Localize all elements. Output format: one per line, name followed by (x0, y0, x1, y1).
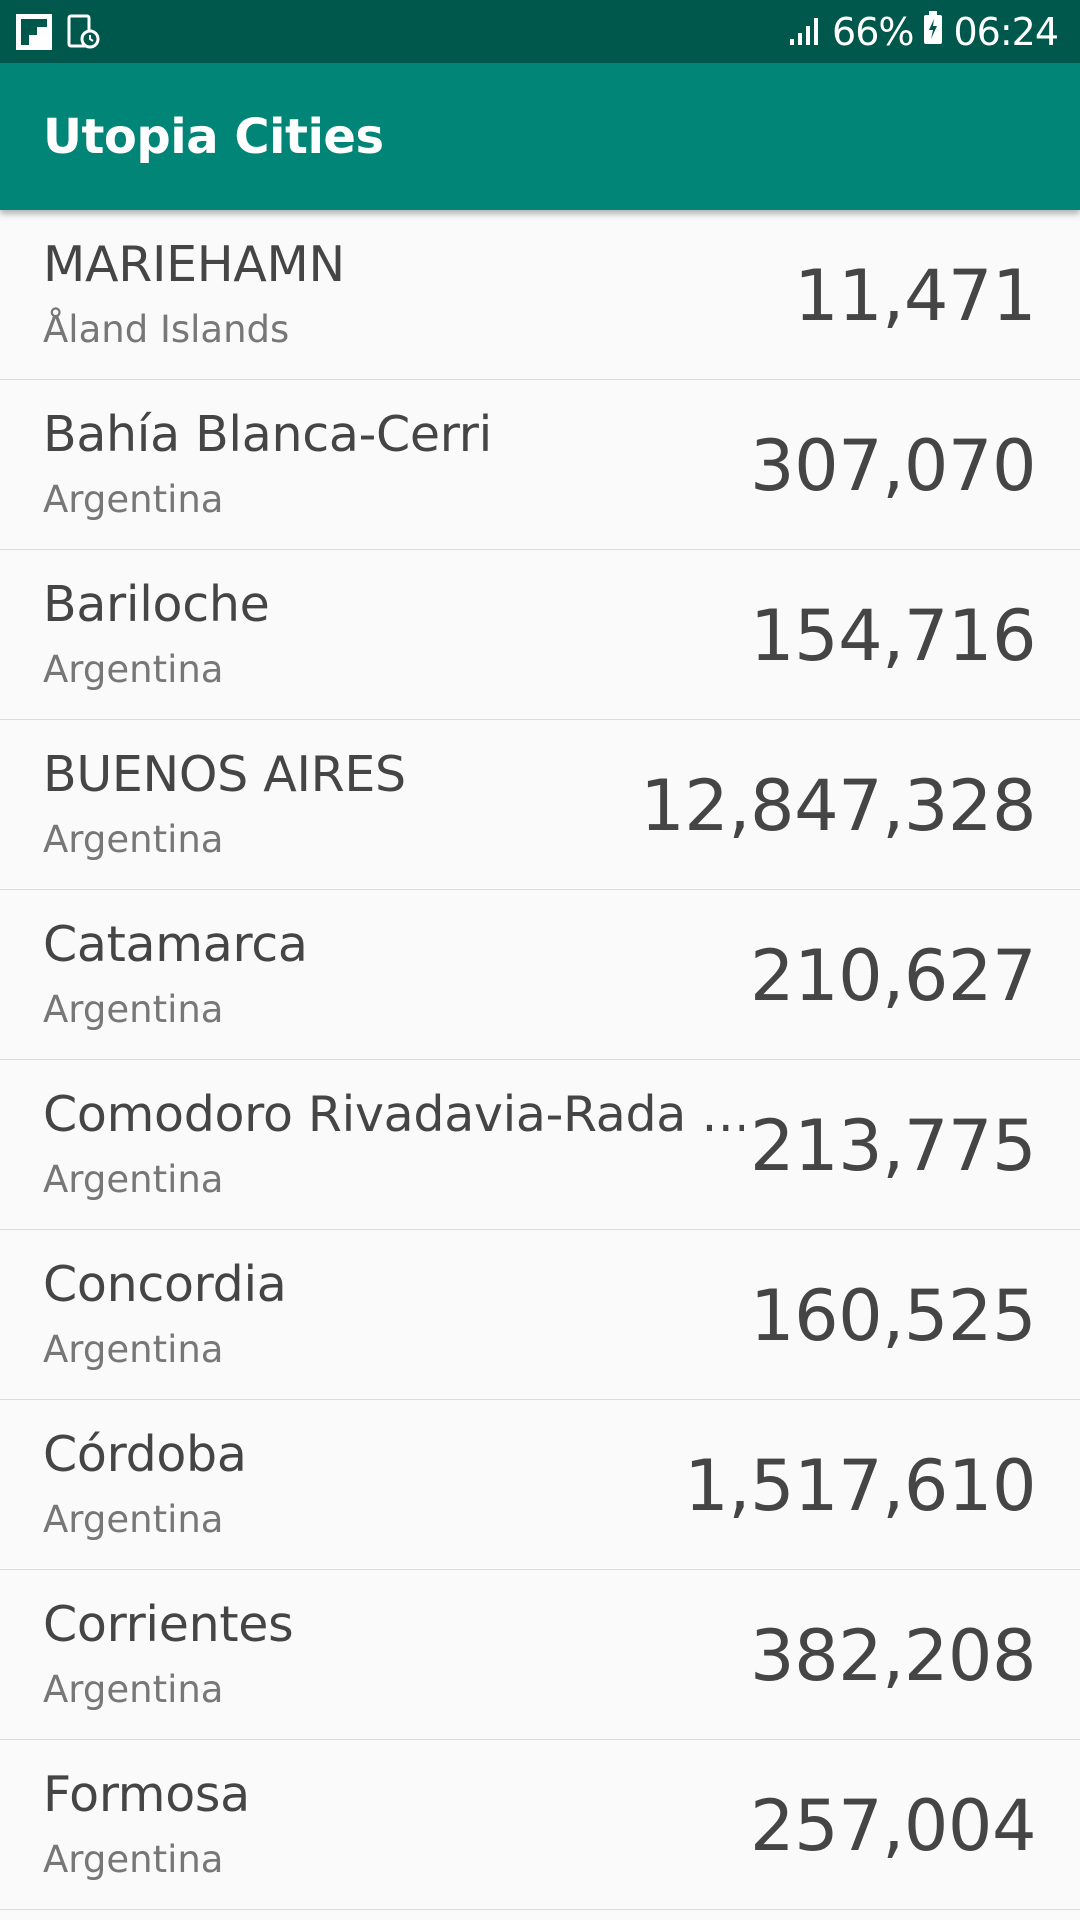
signal-icon (788, 10, 822, 54)
city-name: BUENOS AIRES (43, 746, 406, 803)
country-name: Argentina (43, 988, 224, 1031)
population-value: 210,627 (744, 935, 1036, 1017)
country-name: Argentina (43, 478, 224, 521)
population-value: 160,525 (744, 1275, 1036, 1357)
country-name: Argentina (43, 1668, 224, 1711)
list-item[interactable]: Córdoba Argentina 1,517,610 (0, 1400, 1080, 1570)
battery-icon (923, 10, 943, 54)
country-name: Argentina (43, 818, 224, 861)
country-name: Åland Islands (43, 308, 290, 351)
list-item[interactable]: Comodoro Rivadavia-Rada Tilly Argentina … (0, 1060, 1080, 1230)
app-bar: Utopia Cities (0, 63, 1080, 210)
city-name: Formosa (43, 1766, 250, 1823)
city-name: MARIEHAMN (43, 236, 345, 293)
city-name: Córdoba (43, 1426, 247, 1483)
country-name: Argentina (43, 1498, 224, 1541)
list-item[interactable]: Bahía Blanca-Cerri Argentina 307,070 (0, 380, 1080, 550)
list-item[interactable]: Concordia Argentina 160,525 (0, 1230, 1080, 1400)
clock: 06:24 (953, 9, 1059, 54)
population-value: 1,517,610 (678, 1445, 1036, 1527)
population-value: 11,471 (788, 255, 1036, 337)
list-item[interactable]: Catamarca Argentina 210,627 (0, 890, 1080, 1060)
screenshot-icon (66, 14, 100, 55)
population-value: 12,847,328 (634, 765, 1036, 847)
list-item[interactable]: Bariloche Argentina 154,716 (0, 550, 1080, 720)
battery-percent: 66% (832, 9, 914, 54)
notification-icons (16, 14, 100, 55)
list-item[interactable]: Formosa Argentina 257,004 (0, 1740, 1080, 1910)
city-name: Catamarca (43, 916, 308, 973)
page-title: Utopia Cities (43, 109, 384, 165)
city-name: Concordia (43, 1256, 287, 1313)
country-name: Argentina (43, 648, 224, 691)
country-name: Argentina (43, 1838, 224, 1881)
list-item[interactable]: BUENOS AIRES Argentina 12,847,328 (0, 720, 1080, 890)
status-bar: 66% 06:24 (0, 0, 1080, 63)
population-value: 154,716 (744, 595, 1036, 677)
list-item[interactable]: Corrientes Argentina 382,208 (0, 1570, 1080, 1740)
population-value: 307,070 (744, 425, 1036, 507)
city-name: Bahía Blanca-Cerri (43, 406, 492, 463)
city-name: Corrientes (43, 1596, 294, 1653)
country-name: Argentina (43, 1158, 224, 1201)
population-value: 382,208 (744, 1615, 1036, 1697)
city-name: Bariloche (43, 576, 270, 633)
population-value: 213,775 (744, 1105, 1036, 1187)
system-status: 66% 06:24 (788, 0, 1059, 63)
population-value: 257,004 (744, 1785, 1036, 1867)
flipboard-icon (16, 14, 52, 55)
city-list[interactable]: MARIEHAMN Åland Islands 11,471 Bahía Bla… (0, 210, 1080, 1910)
city-name: Comodoro Rivadavia-Rada Tilly (43, 1086, 763, 1143)
country-name: Argentina (43, 1328, 224, 1371)
list-item[interactable]: MARIEHAMN Åland Islands 11,471 (0, 210, 1080, 380)
